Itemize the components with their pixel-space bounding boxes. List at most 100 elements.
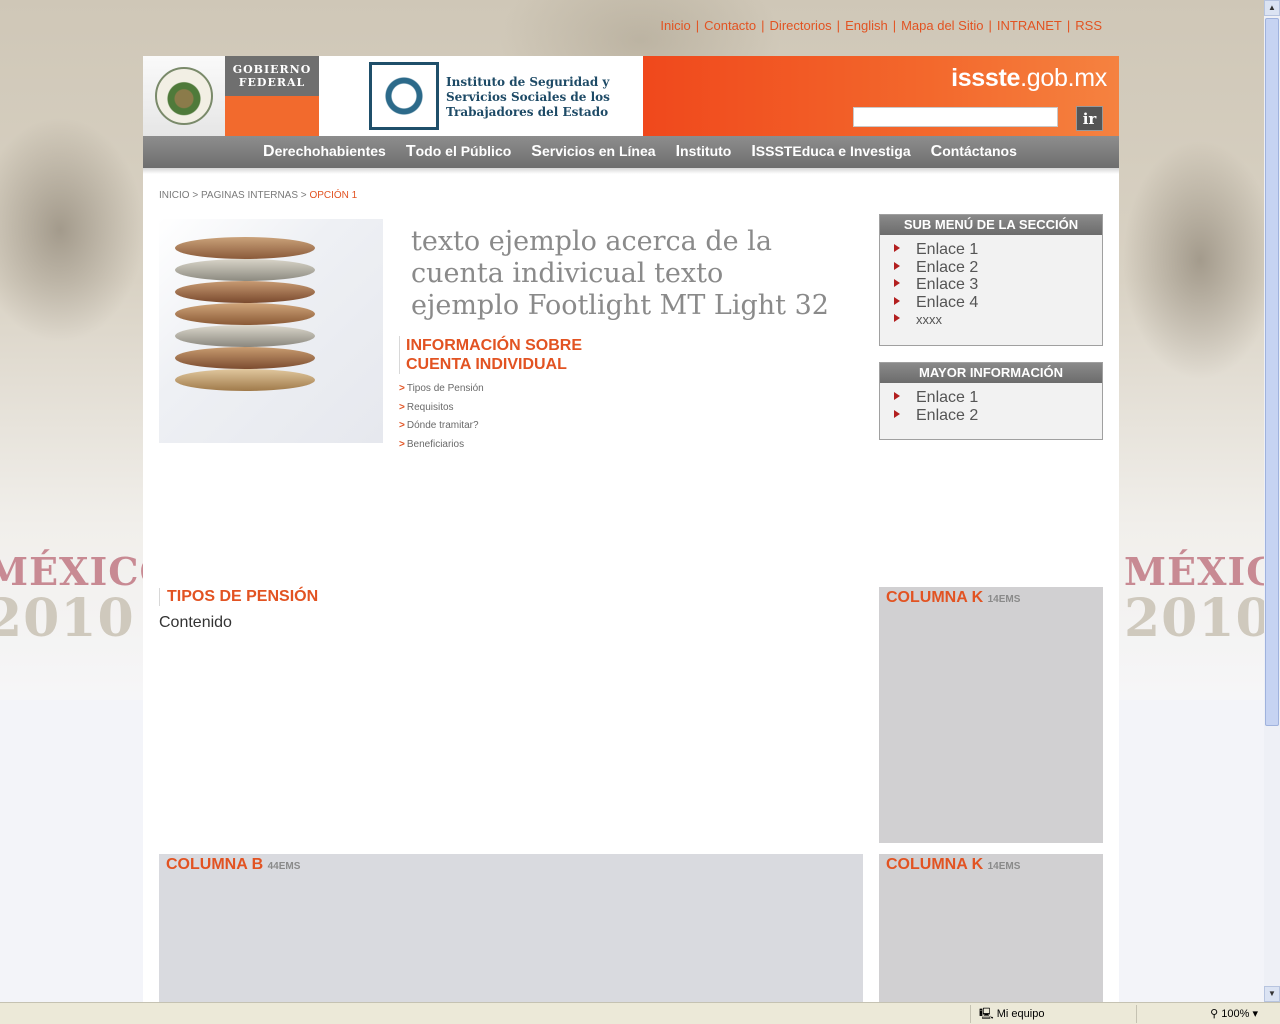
top-links: Inicio | Contacto | Directorios | English | Mapa… xyxy=(660,18,1102,33)
link-beneficiarios[interactable]: > Beneficiarios xyxy=(399,436,484,455)
status-bar: 🖳 Mi equipo ⚲ 100% ▾ xyxy=(0,1002,1280,1024)
gobierno-color-block xyxy=(225,96,319,136)
bullet-triangle-icon xyxy=(894,244,900,252)
mayor-info-item[interactable]: Enlace 1 xyxy=(894,389,1102,407)
nav-instituto[interactable]: Instituto xyxy=(676,143,732,161)
issste-logo[interactable]: Instituto de Seguridad y Servicios Socia… xyxy=(319,56,643,136)
column-size: 44EMS xyxy=(267,861,301,872)
mayor-info-list: Enlace 1 Enlace 2 xyxy=(880,383,1102,430)
breadcrumb-section[interactable]: PAGINAS INTERNAS xyxy=(201,190,298,201)
submenu-item-label: Enlace 4 xyxy=(916,293,979,311)
top-link-directorios[interactable]: Directorios xyxy=(770,18,832,33)
column-k-1: COLUMNA K 14EMS xyxy=(879,587,1103,843)
top-link-english[interactable]: English xyxy=(845,18,888,33)
submenu-list: Enlace 1 Enlace 2 Enlace 3 Enlace 4 xxxx xyxy=(880,235,1102,335)
mayor-info-title: MAYOR INFORMACIÓN xyxy=(880,363,1102,383)
column-size: 14EMS xyxy=(987,861,1021,872)
zoom-control[interactable]: ⚲ 100% ▾ xyxy=(1210,1005,1258,1023)
institute-name: Instituto de Seguridad y Servicios Socia… xyxy=(446,75,610,119)
mayor-info-item[interactable]: Enlace 2 xyxy=(894,407,1102,425)
section-title: TIPOS DE PENSIÓN xyxy=(159,588,318,606)
submenu-item-label: xxxx xyxy=(916,312,942,328)
separator: | xyxy=(1066,18,1071,33)
submenu-item[interactable]: xxxx xyxy=(894,311,1102,329)
top-link-intranet[interactable]: INTRANET xyxy=(997,18,1062,33)
column-title-text: COLUMNA B xyxy=(166,856,264,873)
issste-logo-icon xyxy=(369,62,439,130)
submenu-item[interactable]: Enlace 3 xyxy=(894,276,1102,294)
gobierno-label: GOBIERNO FEDERAL xyxy=(225,56,319,96)
gobierno-federal-logo[interactable]: GOBIERNO FEDERAL xyxy=(225,56,319,136)
submenu-title: SUB MENÚ DE LA SECCIÓN xyxy=(880,215,1102,235)
column-title: COLUMNA K 14EMS xyxy=(886,856,1020,874)
mayor-info-item-label: Enlace 1 xyxy=(916,389,979,406)
info-title: INFORMACIÓN SOBRE CUENTA INDIVIDUAL xyxy=(399,336,582,374)
arrow-icon: > xyxy=(399,438,405,450)
search-input[interactable] xyxy=(853,107,1058,127)
link-tipos-de-pension[interactable]: > Tipos de Pensión xyxy=(399,380,484,399)
arrow-icon: > xyxy=(399,401,405,413)
link-donde-tramitar[interactable]: > Dónde tramitar? xyxy=(399,417,484,436)
submenu-item-label: Enlace 1 xyxy=(916,241,979,258)
top-link-mapa[interactable]: Mapa del Sitio xyxy=(901,18,983,33)
emblem-panel xyxy=(143,56,225,136)
scroll-up-button[interactable]: ▲ xyxy=(1264,0,1280,16)
separator: | xyxy=(761,18,765,33)
nav-issste-educa[interactable]: ISSSTEduca e Investiga xyxy=(751,143,910,161)
link-label: Beneficiarios xyxy=(406,438,465,450)
emblem-icon xyxy=(155,67,213,125)
computer-icon: 🖳 xyxy=(979,1008,994,1020)
bullet-triangle-icon xyxy=(894,296,900,305)
year-text: 2010 xyxy=(1124,588,1273,649)
top-link-rss[interactable]: RSS xyxy=(1075,18,1102,33)
headline-text: texto ejemplo acerca de la cuenta indivi… xyxy=(411,226,829,321)
bullet-triangle-icon xyxy=(894,409,900,418)
nav-derechohabientes[interactable]: Derechohabientes xyxy=(263,143,386,161)
submenu-item[interactable]: Enlace 1 xyxy=(894,241,1102,259)
link-requisitos[interactable]: > Requisitos xyxy=(399,399,484,418)
column-title: COLUMNA K 14EMS xyxy=(886,589,1020,607)
bullet-triangle-icon xyxy=(894,279,900,288)
column-size: 14EMS xyxy=(987,594,1021,605)
vertical-scrollbar[interactable]: ▲ ▼ xyxy=(1264,0,1280,1002)
search-button[interactable]: ir xyxy=(1076,106,1103,131)
submenu-item[interactable]: Enlace 4 xyxy=(894,294,1102,312)
mayor-info-item-label: Enlace 2 xyxy=(916,406,979,424)
coin-shape xyxy=(175,325,315,347)
coin-shape xyxy=(175,259,315,281)
chevron-down-icon: ▾ xyxy=(1252,1008,1258,1020)
separator: | xyxy=(892,18,897,33)
info-title-line-1: INFORMACIÓN SOBRE xyxy=(406,337,582,354)
status-zone-label: Mi equipo xyxy=(996,1008,1045,1020)
site-name-domain: .gob.mx xyxy=(1020,64,1107,92)
arrow-icon: > xyxy=(399,420,405,431)
separator: | xyxy=(695,18,700,33)
nav-servicios-en-linea[interactable]: Servicios en Línea xyxy=(531,143,655,161)
coin-shape xyxy=(175,237,315,259)
gobierno-text: GOBIERNO xyxy=(232,63,312,76)
breadcrumb-separator: > xyxy=(189,190,201,201)
federal-text: FEDERAL xyxy=(238,76,306,89)
submenu-item[interactable]: Enlace 2 xyxy=(894,259,1102,277)
top-link-contacto[interactable]: Contacto xyxy=(704,18,756,33)
status-security-cell xyxy=(1136,1005,1177,1023)
top-link-inicio[interactable]: Inicio xyxy=(660,18,690,33)
scroll-down-button[interactable]: ▼ xyxy=(1264,986,1280,1002)
status-zone: 🖳 Mi equipo xyxy=(970,1005,1144,1023)
coin-shape xyxy=(175,281,315,303)
scroll-thumb[interactable] xyxy=(1265,18,1279,726)
breadcrumb-home[interactable]: INICIO xyxy=(159,190,190,201)
breadcrumb: INICIO > PAGINAS INTERNAS > OPCIÓN 1 xyxy=(159,190,357,201)
main-nav-items: Derechohabientes Todo el Público Servici… xyxy=(263,136,1017,168)
column-title-text: COLUMNA K xyxy=(886,589,984,606)
nav-contactanos[interactable]: Contáctanos xyxy=(931,143,1017,161)
site-name-bold: issste xyxy=(951,64,1021,92)
link-label: Requisitos xyxy=(406,401,454,413)
bullet-triangle-icon xyxy=(894,261,900,270)
column-b: COLUMNA B 44EMS xyxy=(159,854,863,1002)
mexico-2010-right: MÉXICO 2010 xyxy=(1124,552,1280,646)
nav-todo-el-publico[interactable]: Todo el Público xyxy=(406,143,511,161)
section-content: Contenido xyxy=(159,614,232,631)
zoom-level: 100% xyxy=(1221,1008,1250,1020)
column-title: COLUMNA B 44EMS xyxy=(166,856,300,874)
